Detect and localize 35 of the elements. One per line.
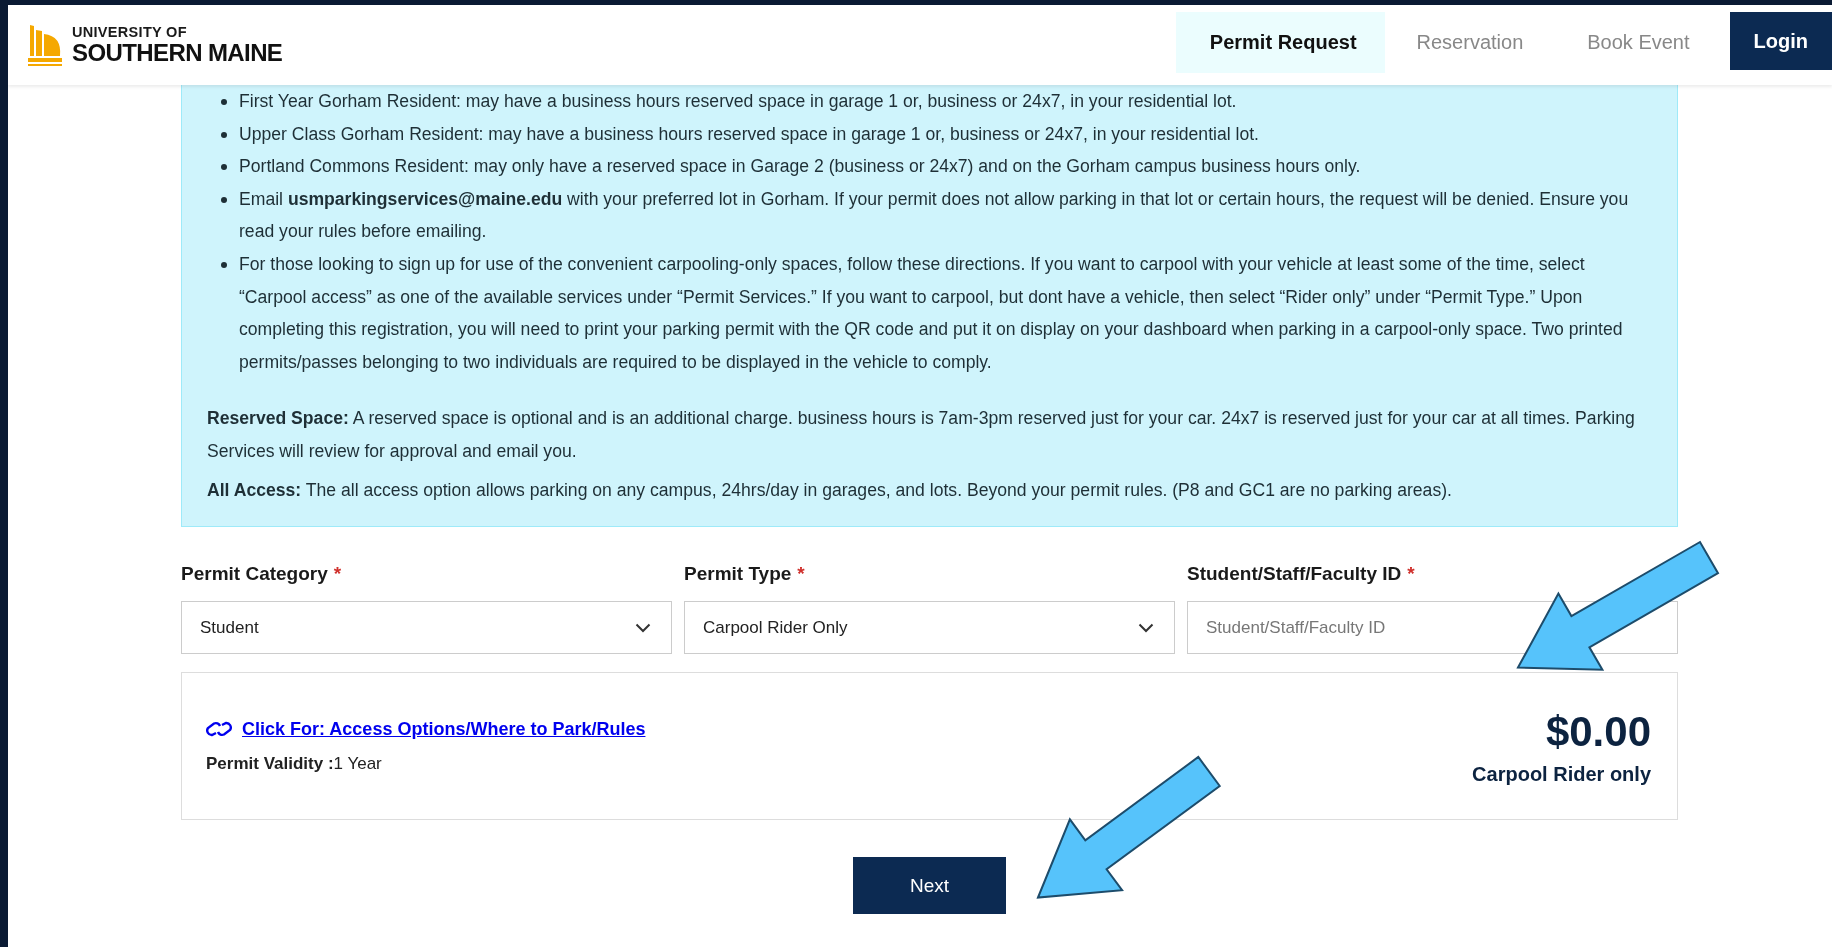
info-text: First Year Gorham Resident: may have a business hours reserved space in garage 1 or, business or 24x7, in your residential lot. <box>239 90 1237 113</box>
info-text: Reserved Space: A reserved space is optional and is an additional charge. business hours is 7am-3pm reserved just for your car. 24x7 is reserved just for your car at all times. Parking Services will review for approval and email you. <box>207 407 1636 463</box>
select-field[interactable]: Carpool Rider Only <box>684 601 1175 655</box>
logo-text: SOUTHERN MAINE <box>72 41 283 66</box>
field-label: Student/Staff/Faculty ID <box>1187 563 1402 586</box>
bullet-icon <box>221 261 227 268</box>
rules-link[interactable]: Click For: Access Options/Where to Park/Rules <box>242 718 646 740</box>
price-caption: Carpool Rider only <box>1472 762 1651 786</box>
required-mark: * <box>333 563 342 586</box>
info-text: Email usmparkingservices@maine.edu with your preferred lot in Gorham. If your permit does not allow parking in that lot or certain hours, the request will be denied. Ensure you read your rules before emailing. <box>239 187 1630 244</box>
link-icon <box>206 720 232 739</box>
next-button[interactable]: Next <box>853 857 1006 915</box>
nav-tab[interactable]: Book Event <box>1555 12 1722 73</box>
validity-text: Permit Validity :1 Year <box>206 753 383 774</box>
info-text: Upper Class Gorham Resident: may have a business hours reserved space in garage 1 or, business or 24x7, in your residential lot. <box>239 122 1259 146</box>
logo-text: UNIVERSITY OF <box>72 24 188 40</box>
select-field[interactable]: Student <box>181 601 672 655</box>
chevron-down-icon <box>635 622 651 633</box>
login-button[interactable]: Login <box>1729 12 1832 70</box>
nav-tab[interactable]: Reservation <box>1384 12 1556 73</box>
field-label: Permit Category <box>181 563 328 586</box>
chevron-down-icon <box>1138 622 1154 633</box>
info-text: All Access: The all access option allows parking on any campus, 24hrs/day in garages, and lots. Beyond your permit rules. (P8 and GC1 are no parking areas). <box>207 478 1453 502</box>
nav-tab[interactable]: Permit Request <box>1175 12 1385 73</box>
required-mark: * <box>1407 563 1415 586</box>
info-text: For those looking to sign up for use of the convenient carpooling-only spaces, follow these directions. If you want to carpool with your vehicle at least some of the time, select “Carpool access” as one of the available services under “Permit Services.” If you want to carpool, but dont have a vehicle, then select “Rider only” under “Permit Type.” Upon completing this registration, you will need to print your parking permit with the QR code and put it on display on your dashboard when parking in a carpool-only space. Two printed permits/passes belonging to two individuals are required to be displayed in the vehicle to comply. <box>239 252 1624 374</box>
bullet-icon <box>221 99 227 105</box>
bullet-icon <box>221 131 227 138</box>
required-mark: * <box>797 563 805 586</box>
info-text: Portland Commons Resident: may only have a reserved space in Garage 2 (business or 24x7) and on the Gorham campus business hours only. <box>239 155 1361 179</box>
logo-icon <box>28 22 64 68</box>
bullet-icon <box>221 164 227 171</box>
field-label: Permit Type <box>684 563 792 586</box>
price-text: $0.00 <box>1545 706 1651 757</box>
bullet-icon <box>221 196 227 203</box>
